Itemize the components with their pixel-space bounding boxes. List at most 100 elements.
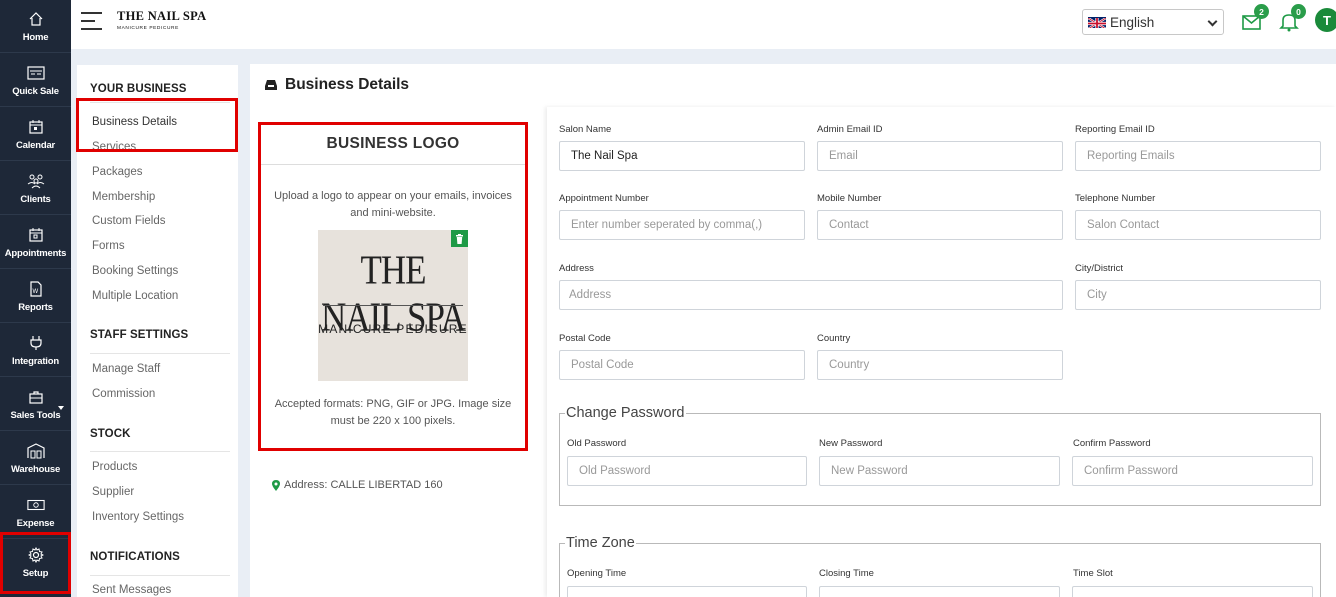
- nav-clients[interactable]: Clients: [0, 162, 71, 215]
- logo-card-heading: BUSINESS LOGO: [261, 125, 525, 165]
- inbox-icon: [265, 80, 277, 90]
- telephone-number-label: Telephone Number: [1075, 193, 1156, 204]
- nav-reports[interactable]: W Reports: [0, 270, 71, 323]
- nav-integration[interactable]: Integration: [0, 324, 71, 377]
- messages-button[interactable]: 2: [1241, 4, 1269, 32]
- confirm-password-input[interactable]: [1072, 456, 1313, 486]
- menu-toggle-icon[interactable]: [81, 12, 102, 32]
- nav-sales-tools[interactable]: Sales Tools: [0, 378, 71, 431]
- chevron-down-icon: [1207, 16, 1218, 27]
- page-title-text: Business Details: [285, 76, 410, 93]
- nav-quick-sale[interactable]: Quick Sale: [0, 54, 71, 107]
- nav-label: Calendar: [15, 139, 56, 151]
- calendar-check-icon: [27, 226, 45, 244]
- city-input[interactable]: [1075, 280, 1321, 310]
- register-icon: [26, 64, 45, 82]
- map-marker-icon: [272, 479, 280, 491]
- highlight-box-business-details: [76, 98, 238, 152]
- nav-calendar[interactable]: Calendar: [0, 108, 71, 161]
- change-password-legend: Change Password: [566, 405, 685, 421]
- time-slot-select[interactable]: [1072, 586, 1313, 597]
- divider: [90, 451, 230, 452]
- messages-badge: 2: [1254, 4, 1269, 19]
- opening-time-select[interactable]: [567, 586, 807, 597]
- menu-item-membership[interactable]: Membership: [92, 191, 155, 203]
- reporting-email-input[interactable]: [1075, 141, 1321, 171]
- nav-appointments[interactable]: Appointments: [0, 216, 71, 269]
- business-logo-card: BUSINESS LOGO Upload a logo to appear on…: [258, 122, 528, 451]
- avatar[interactable]: T: [1315, 8, 1336, 32]
- nav-home[interactable]: Home: [0, 0, 71, 53]
- old-password-label: Old Password: [567, 438, 627, 449]
- calendar-icon: [27, 118, 45, 136]
- nav-setup[interactable]: Setup: [0, 532, 71, 594]
- appointment-number-input[interactable]: [559, 210, 805, 240]
- mobile-number-label: Mobile Number: [817, 193, 882, 204]
- brand-subtitle: MANICURE PEDICURE: [117, 26, 179, 31]
- menu-item-booking-settings[interactable]: Booking Settings: [92, 265, 178, 277]
- telephone-number-input[interactable]: [1075, 210, 1321, 240]
- menu-item-commission[interactable]: Commission: [92, 388, 155, 400]
- menu-item-sent-messages[interactable]: Sent Messages: [92, 584, 171, 596]
- menu-item-multiple-location[interactable]: Multiple Location: [92, 290, 178, 302]
- divider: [90, 575, 230, 576]
- briefcase-icon: [27, 388, 45, 406]
- report-icon: W: [27, 280, 45, 298]
- delete-logo-button[interactable]: [451, 230, 468, 247]
- business-address-text: Address: CALLE LIBERTAD 160: [284, 479, 443, 491]
- nav-label: Expense: [16, 517, 55, 529]
- logo-image-rule: [323, 305, 463, 306]
- time-slot-label: Time Slot: [1073, 568, 1113, 579]
- business-details-form: Salon Name Admin Email ID Reporting Emai…: [547, 107, 1336, 597]
- menu-item-forms[interactable]: Forms: [92, 240, 125, 252]
- city-label: City/District: [1075, 263, 1124, 274]
- logo-image-line2: MANICURE PEDICURE: [318, 322, 468, 336]
- section-heading-notifications: NOTIFICATIONS: [90, 551, 180, 563]
- appointment-number-label: Appointment Number: [559, 193, 649, 204]
- section-heading-staff-settings: STAFF SETTINGS: [90, 329, 189, 341]
- nav-label: Warehouse: [10, 463, 61, 475]
- address-input[interactable]: [559, 280, 1063, 310]
- opening-time-label: Opening Time: [567, 568, 627, 579]
- money-icon: [26, 496, 45, 514]
- admin-email-input[interactable]: [817, 141, 1063, 171]
- mobile-number-input[interactable]: [817, 210, 1063, 240]
- main-nav-rail: Home Quick Sale Calendar Clients Appoint…: [0, 0, 71, 597]
- menu-item-products[interactable]: Products: [92, 461, 137, 473]
- menu-item-manage-staff[interactable]: Manage Staff: [92, 363, 160, 375]
- closing-time-select[interactable]: [819, 586, 1060, 597]
- brand-logo[interactable]: THE NAIL SPA MANICURE PEDICURE: [117, 9, 207, 31]
- old-password-input[interactable]: [567, 456, 807, 486]
- address-label: Address: [559, 263, 594, 274]
- country-input[interactable]: [817, 350, 1063, 380]
- menu-item-supplier[interactable]: Supplier: [92, 486, 134, 498]
- menu-item-inventory-settings[interactable]: Inventory Settings: [92, 511, 184, 523]
- language-select[interactable]: English: [1082, 9, 1224, 35]
- alerts-button[interactable]: 0: [1278, 4, 1306, 32]
- top-bar: THE NAIL SPA MANICURE PEDICURE English 2…: [71, 0, 1336, 49]
- logo-upload-text: Upload a logo to appear on your emails, …: [274, 190, 512, 219]
- salon-name-label: Salon Name: [559, 124, 612, 135]
- postal-code-input[interactable]: [559, 350, 805, 380]
- nav-label: Integration: [12, 355, 59, 367]
- logo-upload-image[interactable]: THE NAIL SPA MANICURE PEDICURE: [318, 230, 468, 381]
- new-password-label: New Password: [819, 438, 883, 449]
- caret-down-icon: [58, 406, 64, 410]
- nav-warehouse[interactable]: Warehouse: [0, 432, 71, 485]
- page-title: Business Details: [264, 76, 409, 94]
- confirm-password-label: Confirm Password: [1073, 438, 1151, 449]
- new-password-input[interactable]: [819, 456, 1060, 486]
- menu-item-custom-fields[interactable]: Custom Fields: [92, 215, 166, 227]
- salon-name-input[interactable]: [559, 141, 805, 171]
- home-icon: [27, 10, 45, 28]
- warehouse-icon: [26, 442, 45, 460]
- nav-label: Quick Sale: [12, 85, 59, 97]
- menu-item-packages[interactable]: Packages: [92, 166, 143, 178]
- trash-icon: [456, 233, 463, 244]
- plug-icon: [27, 334, 45, 352]
- reporting-email-label: Reporting Email ID: [1075, 124, 1155, 135]
- users-icon: [27, 172, 45, 190]
- country-label: Country: [817, 333, 851, 344]
- nav-label: Sales Tools: [10, 409, 61, 421]
- admin-email-label: Admin Email ID: [817, 124, 883, 135]
